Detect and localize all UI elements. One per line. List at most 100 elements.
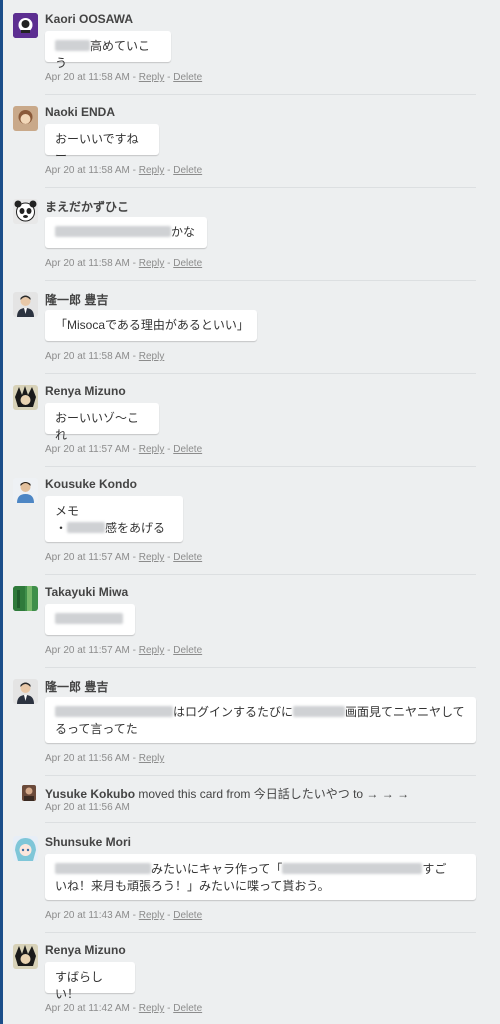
delete-link[interactable]: Delete [173, 645, 202, 656]
comment-text: 画面見てニヤニヤして [345, 705, 465, 719]
comment-text: すご [422, 862, 447, 876]
comment-author[interactable]: 隆一郎 豊吉 [45, 291, 108, 308]
avatar-takayuki-icon [13, 586, 38, 611]
avatar-shunsuke-icon [13, 836, 38, 861]
activity-author[interactable]: Yusuke Kokubo [45, 787, 135, 801]
comment-time: Apr 20 at 11:57 AM [45, 444, 130, 455]
activity-text: Yusuke Kokubo moved this card from 今日話した… [45, 785, 409, 802]
divider [45, 373, 476, 374]
divider [45, 280, 476, 281]
activity-description: moved this card from 今日話したいやつ to → → → [138, 787, 410, 801]
comment-author[interactable]: Renya Mizuno [45, 943, 126, 957]
comment-text-line: ・ 感をあげる [55, 520, 173, 537]
redacted-text [282, 863, 423, 874]
delete-link[interactable]: Delete [173, 258, 202, 269]
comment-meta: Apr 20 at 11:56 AM - Reply [45, 753, 164, 764]
comment-text: みたいにキャラ作って「 [151, 862, 283, 876]
comment-time: Apr 20 at 11:42 AM [45, 1003, 130, 1014]
delete-link[interactable]: Delete [173, 552, 202, 563]
reply-link[interactable]: Reply [139, 351, 165, 362]
avatar-yusuke-icon [22, 785, 36, 801]
comment-time: Apr 20 at 11:56 AM [45, 753, 130, 764]
comment-author[interactable]: Takayuki Miwa [45, 585, 128, 599]
avatar[interactable] [13, 106, 38, 131]
separator: - [129, 552, 139, 563]
reply-link[interactable]: Reply [139, 645, 165, 656]
delete-link[interactable]: Delete [173, 165, 202, 176]
redacted-text [55, 863, 151, 874]
avatar[interactable] [13, 679, 38, 704]
comment-text-line: みたいにキャラ作って「 すご [55, 861, 466, 878]
divider [45, 574, 476, 575]
reply-link[interactable]: Reply [139, 1003, 165, 1014]
comment-time: Apr 20 at 11:57 AM [45, 645, 130, 656]
comment-meta: Apr 20 at 11:57 AM - Reply - Delete [45, 552, 202, 563]
separator: - [129, 258, 139, 269]
delete-link[interactable]: Delete [173, 444, 202, 455]
avatar[interactable] [13, 292, 38, 317]
avatar[interactable] [13, 199, 38, 224]
comment-author[interactable]: Naoki ENDA [45, 105, 115, 119]
delete-link[interactable]: Delete [173, 910, 202, 921]
comment-text: すばらしい！ [55, 970, 104, 1001]
reply-link[interactable]: Reply [139, 552, 165, 563]
delete-link[interactable]: Delete [173, 1003, 202, 1014]
separator: - [129, 1003, 139, 1014]
comment-meta: Apr 20 at 11:58 AM - Reply - Delete [45, 258, 202, 269]
avatar[interactable] [13, 586, 38, 611]
comment-body: おーいいですねー [45, 124, 159, 163]
comment-author[interactable]: Shunsuke Mori [45, 835, 131, 849]
comment-text-line: はログインするたびに 画面見てニヤニヤして [55, 704, 466, 721]
separator: - [164, 258, 174, 269]
avatar[interactable] [13, 13, 38, 38]
redacted-text [67, 522, 106, 533]
avatar-kaori-icon [13, 13, 38, 38]
avatar[interactable] [13, 385, 38, 410]
left-rail [0, 0, 3, 1024]
reply-link[interactable]: Reply [139, 72, 165, 83]
comment-meta: Apr 20 at 11:57 AM - Reply - Delete [45, 645, 202, 656]
activity-time: Apr 20 at 11:56 AM [45, 802, 130, 813]
comment-body: 「Misocaである理由があるといい」 [45, 310, 257, 341]
comment-author[interactable]: Renya Mizuno [45, 384, 126, 398]
divider [45, 466, 476, 467]
comment-author[interactable]: Kaori OOSAWA [45, 12, 133, 26]
comment-meta: Apr 20 at 11:57 AM - Reply - Delete [45, 444, 202, 455]
reply-link[interactable]: Reply [139, 258, 165, 269]
avatar[interactable] [22, 785, 36, 801]
avatar[interactable] [13, 944, 38, 969]
avatar-ryuichiro-icon [13, 292, 38, 317]
reply-link[interactable]: Reply [139, 444, 165, 455]
comment-meta: Apr 20 at 11:43 AM - Reply - Delete [45, 910, 202, 921]
redacted-text [55, 706, 173, 717]
reply-link[interactable]: Reply [139, 165, 165, 176]
divider [45, 822, 476, 823]
comment-text: はログインするたびに [173, 705, 294, 719]
separator: - [164, 1003, 174, 1014]
redacted-text [293, 706, 346, 717]
comment-text: おーいいゾ〜これ [55, 411, 140, 442]
delete-link[interactable]: Delete [173, 72, 202, 83]
redacted-text [55, 40, 90, 51]
comment-body: みたいにキャラ作って「 すご いね！来月も頑張ろう！」みたいに喋って貰おう。 [45, 854, 476, 900]
comment-body: おーいいゾ〜これ [45, 403, 159, 442]
separator: - [164, 645, 174, 656]
separator: - [164, 444, 174, 455]
comment-body: 高めていこう [45, 31, 171, 70]
avatar[interactable] [13, 836, 38, 861]
comment-meta: Apr 20 at 11:58 AM - Reply [45, 351, 164, 362]
separator: - [129, 444, 139, 455]
avatar[interactable] [13, 478, 38, 503]
reply-link[interactable]: Reply [139, 753, 165, 764]
avatar-panda-icon [13, 199, 38, 224]
comment-body: すばらしい！ [45, 962, 135, 1001]
reply-link[interactable]: Reply [139, 910, 165, 921]
comment-time: Apr 20 at 11:58 AM [45, 165, 130, 176]
comment-meta: Apr 20 at 11:58 AM - Reply - Delete [45, 165, 202, 176]
avatar-ryuichiro-icon [13, 679, 38, 704]
comment-author[interactable]: Kousuke Kondo [45, 477, 137, 491]
divider [45, 94, 476, 95]
bullet: ・ [55, 521, 68, 535]
comment-author[interactable]: 隆一郎 豊吉 [45, 678, 108, 695]
comment-author[interactable]: まえだかずひこ [45, 198, 129, 215]
